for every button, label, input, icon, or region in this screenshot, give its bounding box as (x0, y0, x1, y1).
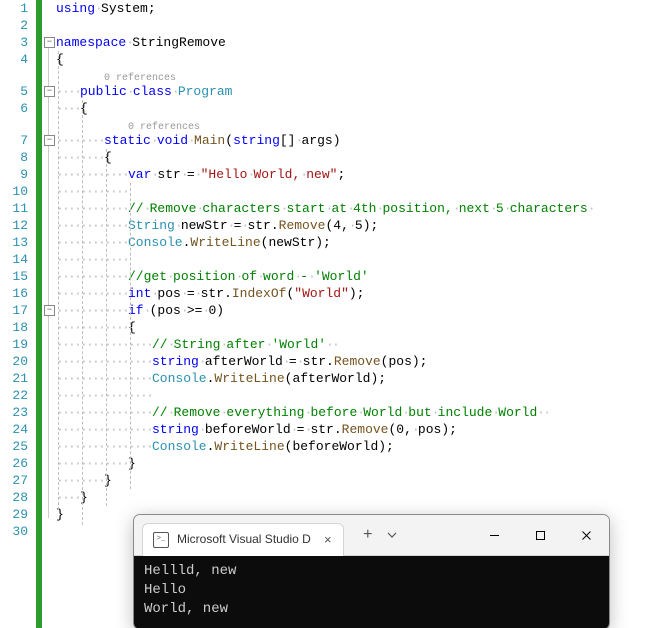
code-line[interactable]: ············ (56, 251, 646, 268)
terminal-titlebar[interactable]: Microsoft Visual Studio D × + (134, 515, 609, 556)
code-line[interactable]: ············ (56, 183, 646, 200)
line-number-gutter: 1234567891011121314151617181920212223242… (0, 0, 36, 628)
line-number: 27 (4, 472, 28, 489)
code-line[interactable]: ················ (56, 387, 646, 404)
line-number: 7 (4, 132, 28, 149)
line-number: 8 (4, 149, 28, 166)
code-line[interactable]: using·System; (56, 0, 646, 17)
outlining-margin: − − − − (42, 0, 56, 540)
line-number: 2 (4, 17, 28, 34)
minimize-button[interactable] (471, 515, 517, 555)
line-number: 18 (4, 319, 28, 336)
close-window-button[interactable] (563, 515, 609, 555)
terminal-icon (153, 532, 169, 548)
code-line[interactable]: ············//·Remove·characters·start·a… (56, 200, 646, 217)
code-editor: 1234567891011121314151617181920212223242… (0, 0, 646, 628)
line-number: 10 (4, 183, 28, 200)
code-line[interactable]: ············var·str·=·"Hello·World,·new"… (56, 166, 646, 183)
line-number: 26 (4, 455, 28, 472)
code-line[interactable] (56, 17, 646, 34)
terminal-line: Hellld, new (144, 562, 599, 581)
code-line[interactable]: ················//·Remove·everything·bef… (56, 404, 646, 421)
line-number: 1 (4, 0, 28, 17)
new-tab-button[interactable]: + (354, 521, 382, 549)
code-line[interactable]: { (56, 51, 646, 68)
chevron-down-icon (387, 530, 397, 540)
code-line[interactable]: ········} (56, 472, 646, 489)
line-number: 15 (4, 268, 28, 285)
code-line[interactable]: ················string·afterWorld·=·str.… (56, 353, 646, 370)
line-number: 17 (4, 302, 28, 319)
code-line[interactable]: ········static·void·Main(string[]·args) (56, 132, 646, 149)
line-number: 14 (4, 251, 28, 268)
code-line[interactable]: ················Console.WriteLine(before… (56, 438, 646, 455)
window-controls (471, 515, 609, 555)
line-number: 21 (4, 370, 28, 387)
code-line[interactable]: ····} (56, 489, 646, 506)
fold-toggle[interactable]: − (44, 305, 55, 316)
code-line[interactable]: ················Console.WriteLine(afterW… (56, 370, 646, 387)
code-line[interactable]: ············String·newStr·=·str.Remove(4… (56, 217, 646, 234)
line-number: 16 (4, 285, 28, 302)
line-number: 23 (4, 404, 28, 421)
line-number: 13 (4, 234, 28, 251)
code-line[interactable]: ················//·String·after·'World'·… (56, 336, 646, 353)
close-tab-button[interactable]: × (321, 533, 335, 547)
line-number: 22 (4, 387, 28, 404)
tab-dropdown-button[interactable] (382, 521, 402, 549)
code-line[interactable]: ············if·(pos·>=·0) (56, 302, 646, 319)
maximize-button[interactable] (517, 515, 563, 555)
codelens-reference[interactable]: 0 references (56, 68, 646, 83)
line-number: 5 (4, 83, 28, 100)
fold-toggle[interactable]: − (44, 86, 55, 97)
line-number (4, 68, 28, 83)
terminal-tab[interactable]: Microsoft Visual Studio D × (142, 523, 344, 556)
code-line[interactable]: ····{ (56, 100, 646, 117)
line-number: 3 (4, 34, 28, 51)
line-number: 11 (4, 200, 28, 217)
line-number: 25 (4, 438, 28, 455)
codelens-reference[interactable]: 0 references (56, 117, 646, 132)
line-number: 24 (4, 421, 28, 438)
code-line[interactable]: ················string·beforeWorld·=·str… (56, 421, 646, 438)
terminal-output[interactable]: Hellld, newHelloWorld, new (134, 556, 609, 628)
code-line[interactable]: ········{ (56, 149, 646, 166)
terminal-line: Hello (144, 581, 599, 600)
line-number: 6 (4, 100, 28, 117)
line-number: 30 (4, 523, 28, 540)
terminal-line: World, new (144, 600, 599, 619)
code-line[interactable]: ············int·pos·=·str.IndexOf("World… (56, 285, 646, 302)
code-line[interactable]: ············Console.WriteLine(newStr); (56, 234, 646, 251)
line-number (4, 117, 28, 132)
line-number: 4 (4, 51, 28, 68)
fold-toggle[interactable]: − (44, 135, 55, 146)
line-number: 9 (4, 166, 28, 183)
code-line[interactable]: ····public·class·Program (56, 83, 646, 100)
line-number: 28 (4, 489, 28, 506)
fold-toggle[interactable]: − (44, 37, 55, 48)
line-number: 19 (4, 336, 28, 353)
line-number: 29 (4, 506, 28, 523)
code-line[interactable]: namespace·StringRemove (56, 34, 646, 51)
code-line[interactable]: ············//get·position·of·word·-·'Wo… (56, 268, 646, 285)
code-line[interactable]: ············{ (56, 319, 646, 336)
terminal-window: Microsoft Visual Studio D × + Hellld, ne… (133, 514, 610, 628)
line-number: 20 (4, 353, 28, 370)
code-line[interactable]: ············} (56, 455, 646, 472)
line-number: 12 (4, 217, 28, 234)
terminal-tab-title: Microsoft Visual Studio D (177, 531, 311, 548)
